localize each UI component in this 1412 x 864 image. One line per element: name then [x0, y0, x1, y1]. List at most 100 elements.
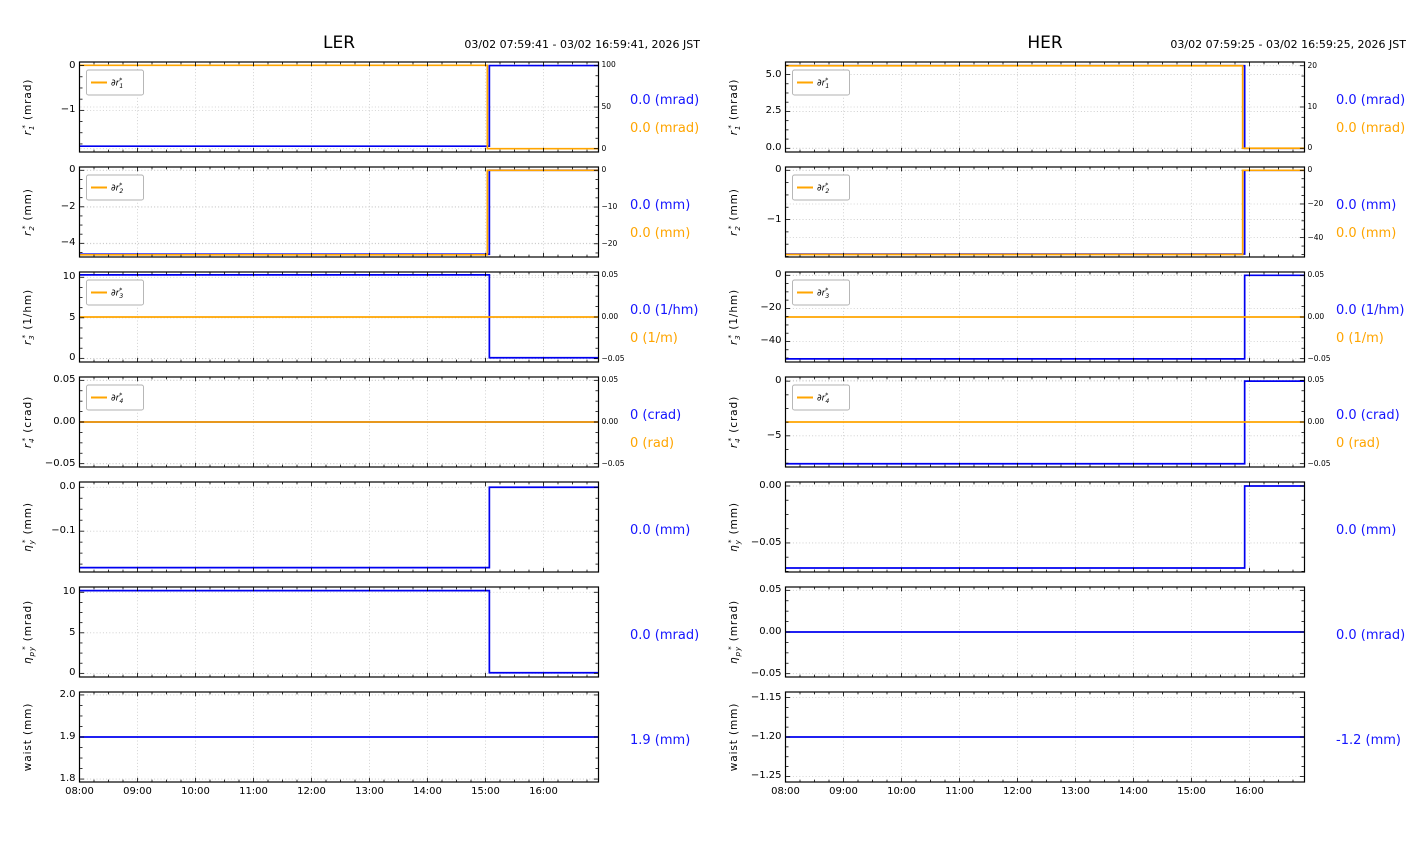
x-tick-label: 08:00: [764, 786, 808, 797]
y-tick-label: 2.0: [32, 690, 76, 700]
math-seg: r: [22, 443, 34, 448]
y-tick-label: −0.05: [32, 459, 76, 469]
y-tick-label: 0.05: [738, 585, 782, 595]
plot-ler-waist: [0, 691, 706, 784]
y-axis-label: r2* (mm): [20, 188, 36, 236]
current-value-blue: 0.0 (mm): [1336, 198, 1396, 213]
math-seg: *: [119, 392, 122, 399]
current-value-orange: 0 (rad): [1336, 436, 1380, 451]
math-seg: *: [20, 225, 29, 229]
y-tick-label: 0: [738, 165, 782, 175]
current-value-blue: 0.0 (crad): [1336, 408, 1400, 423]
series-blue-line: [80, 66, 598, 147]
current-value-blue: 0.0 (mm): [630, 523, 690, 538]
math-seg: *: [726, 225, 735, 229]
y-axis-label: r4* (crad): [726, 396, 742, 448]
x-tick-label: 12:00: [290, 786, 334, 797]
series-blue-line: [80, 170, 598, 254]
math-seg: *: [119, 182, 122, 189]
math-seg: *: [825, 77, 828, 84]
y-tick-label: −2: [32, 202, 76, 212]
current-value-blue: -1.2 (mm): [1336, 733, 1401, 748]
current-value-orange: 0 (1/m): [1336, 331, 1384, 346]
y-axis-label: ηy* (mm): [726, 502, 742, 552]
plot-frame: [786, 167, 1305, 257]
x-tick-label: 14:00: [1112, 786, 1156, 797]
y-tick-label: −0.05: [738, 538, 782, 548]
right-tick-label: 0: [1308, 166, 1313, 174]
right-tick-label: 0.05: [1308, 271, 1325, 279]
y-tick-label: 0.00: [738, 627, 782, 637]
math-seg: r: [728, 231, 740, 236]
math-seg: (mm): [728, 188, 740, 225]
math-seg: r: [728, 443, 740, 448]
y-tick-label: 1.8: [32, 774, 76, 784]
x-tick-label: 16:00: [1228, 786, 1272, 797]
legend-label: ∂r1*: [817, 77, 828, 90]
math-seg: *: [825, 392, 828, 399]
y-tick-label: −1: [32, 105, 76, 115]
plot-ler-r2: [0, 166, 706, 259]
math-seg: (1/hm): [728, 289, 740, 334]
current-value-orange: 0.0 (mrad): [630, 121, 699, 136]
right-tick-label: 50: [602, 103, 612, 111]
plot-ler-r3: [0, 271, 706, 364]
right-tick-label: 0: [602, 166, 607, 174]
time-range-label: 03/02 07:59:25 - 03/02 16:59:25, 2026 JS…: [706, 38, 1406, 51]
x-tick-label: 13:00: [1054, 786, 1098, 797]
math-seg: r: [728, 130, 740, 135]
plot-her-r4: [706, 376, 1412, 469]
plot-ler-eta-py: [0, 586, 706, 679]
series-blue-line: [786, 170, 1304, 254]
right-tick-label: 0.05: [602, 376, 619, 384]
y-axis-label: waist (mm): [728, 703, 740, 772]
y-axis-label: ηpy* (mrad): [726, 600, 742, 664]
y-tick-label: −5: [738, 431, 782, 441]
math-seg: *: [825, 182, 828, 189]
current-value-blue: 0.0 (mrad): [630, 93, 699, 108]
math-seg: (mrad): [22, 600, 34, 645]
plot-her-r3: [706, 271, 1412, 364]
current-value-orange: 0 (rad): [630, 436, 674, 451]
y-axis-label: r4* (crad): [20, 396, 36, 448]
right-tick-label: 0.05: [602, 271, 619, 279]
math-seg: *: [726, 334, 735, 338]
math-seg: *: [119, 77, 122, 84]
math-seg: η: [728, 544, 740, 552]
plot-her-eta-py: [706, 586, 1412, 679]
plot-frame: [80, 482, 599, 572]
beam-optics-monitor: LER03/02 07:59:41 - 03/02 16:59:41, 2026…: [0, 0, 1412, 864]
math-seg: *: [20, 124, 29, 128]
plot-frame: [80, 587, 599, 677]
math-seg: r: [22, 231, 34, 236]
series-blue-line: [80, 591, 598, 673]
math-seg: (mrad): [728, 600, 740, 645]
math-seg: *: [119, 287, 122, 294]
math-seg: r: [22, 340, 34, 345]
y-tick-label: 0.0: [738, 143, 782, 153]
y-tick-label: 5: [32, 313, 76, 323]
math-seg: *: [726, 124, 735, 128]
current-value-orange: 0 (1/m): [630, 331, 678, 346]
right-tick-label: 20: [1308, 62, 1318, 70]
plot-ler-r4: [0, 376, 706, 469]
y-tick-label: 0: [32, 353, 76, 363]
y-tick-label: 0: [32, 668, 76, 678]
current-value-orange: 0.0 (mm): [1336, 226, 1396, 241]
legend-label: ∂r2*: [817, 182, 828, 195]
plot-ler-r1: [0, 61, 706, 154]
right-tick-label: −20: [602, 240, 618, 248]
x-tick-label: 11:00: [938, 786, 982, 797]
current-value-orange: 0.0 (mrad): [1336, 121, 1405, 136]
y-axis-label: ηy* (mm): [20, 502, 36, 552]
y-tick-label: −1.25: [738, 771, 782, 781]
math-seg: *: [726, 437, 735, 441]
plot-her-r1: [706, 61, 1412, 154]
math-seg: waist (mm): [728, 703, 740, 772]
y-tick-label: 5.0: [738, 70, 782, 80]
y-tick-label: −0.1: [32, 526, 76, 536]
current-value-blue: 0.0 (mm): [1336, 523, 1396, 538]
plot-ler-eta-y: [0, 481, 706, 574]
y-tick-label: −4: [32, 238, 76, 248]
series-blue-line: [786, 486, 1304, 568]
